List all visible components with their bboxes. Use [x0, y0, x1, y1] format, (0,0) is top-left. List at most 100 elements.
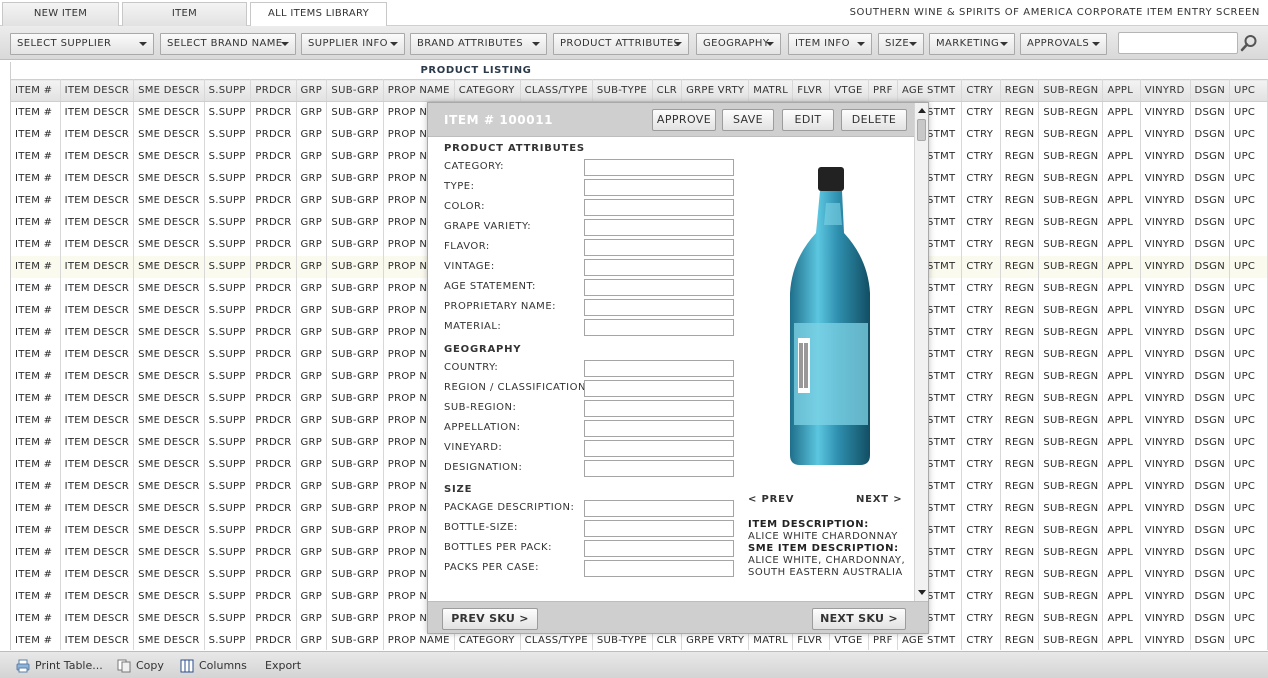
tab-item-classification[interactable]: ITEM CLASSIFICATION — [122, 2, 247, 41]
modal-header: ITEM # 100011 APPROVE SAVE EDIT DELETE — [428, 103, 914, 137]
column-header[interactable]: CTRY — [961, 79, 1001, 102]
table-cell: GRP — [296, 255, 328, 278]
column-header[interactable]: AGE STMT — [897, 79, 963, 102]
caret-down-icon — [281, 42, 289, 46]
item-info-dropdown[interactable]: ITEM INFO — [788, 33, 872, 55]
table-cell: ITEM DESCR — [60, 607, 135, 630]
field-input[interactable] — [584, 319, 734, 336]
field-input[interactable] — [584, 239, 734, 256]
table-cell: ITEM # — [11, 563, 61, 586]
field-input[interactable] — [584, 420, 734, 437]
table-cell: SME DESCR — [133, 189, 205, 212]
table-cell: SUB-REGN — [1038, 211, 1104, 234]
table-cell: SUB-REGN — [1038, 541, 1104, 564]
column-header[interactable]: SUB-REGN — [1038, 79, 1104, 102]
column-header[interactable]: FLVR — [792, 79, 831, 102]
print-table-button[interactable]: Print Table... — [16, 657, 103, 675]
column-header[interactable]: S.SUPP — [204, 79, 252, 102]
column-header[interactable]: VTGE — [829, 79, 870, 102]
item-description-label: ITEM DESCRIPTION: — [748, 519, 869, 530]
table-cell: SUB-REGN — [1038, 343, 1104, 366]
delete-button[interactable]: DELETE — [841, 109, 907, 131]
column-header[interactable]: CLASS/TYPE — [520, 79, 593, 102]
table-cell: SUB-GRP — [326, 211, 384, 234]
table-cell: CTRY — [961, 343, 1001, 366]
field-input[interactable] — [584, 279, 734, 296]
field-input[interactable] — [584, 259, 734, 276]
select-brand-name-dropdown[interactable]: SELECT BRAND NAME — [160, 33, 296, 55]
scroll-up-icon[interactable] — [918, 108, 926, 113]
supplier-info-dropdown[interactable]: SUPPLIER INFO — [301, 33, 405, 55]
table-cell: UPC — [1229, 145, 1268, 168]
copy-button[interactable]: Copy — [117, 657, 164, 675]
field-input[interactable] — [584, 299, 734, 316]
column-header[interactable]: UPC — [1229, 79, 1268, 102]
field-input[interactable] — [584, 179, 734, 196]
select-supplier-dropdown[interactable]: SELECT SUPPLIER — [10, 33, 154, 55]
column-header[interactable]: APPL — [1102, 79, 1141, 102]
column-header[interactable]: ITEM DESCR — [60, 79, 135, 102]
table-cell: REGN — [1000, 519, 1040, 542]
marketing-dropdown[interactable]: MARKETING — [929, 33, 1015, 55]
approvals-dropdown[interactable]: APPROVALS — [1020, 33, 1107, 55]
geography-dropdown[interactable]: GEOGRAPHY — [696, 33, 781, 55]
table-cell: S.SUPP — [204, 343, 252, 366]
field-input[interactable] — [584, 560, 734, 577]
field-input[interactable] — [584, 460, 734, 477]
image-prev-link[interactable]: < PREV — [748, 494, 794, 505]
table-cell: GRP — [296, 519, 328, 542]
column-header[interactable]: ITEM # — [11, 79, 61, 102]
column-header[interactable]: PROP NAME — [383, 79, 455, 102]
table-cell: CTRY — [961, 233, 1001, 256]
column-header[interactable]: PRF — [868, 79, 898, 102]
table-cell: SUB-GRP — [326, 189, 384, 212]
column-header[interactable]: SME DESCR — [133, 79, 205, 102]
column-header[interactable]: GRPE VRTY — [681, 79, 750, 102]
table-cell: SUB-REGN — [1038, 123, 1104, 146]
column-header[interactable]: VINYRD — [1140, 79, 1191, 102]
search-icon[interactable] — [1240, 34, 1258, 52]
field-input[interactable] — [584, 400, 734, 417]
tab-new-item-request[interactable]: NEW ITEM REQUEST — [2, 2, 119, 41]
image-next-link[interactable]: NEXT > — [856, 494, 902, 505]
table-cell: SUB-REGN — [1038, 145, 1104, 168]
size-dropdown[interactable]: SIZE — [878, 33, 924, 55]
field-input[interactable] — [584, 199, 734, 216]
field-input[interactable] — [584, 520, 734, 537]
scroll-down-icon[interactable] — [918, 590, 926, 595]
field-input[interactable] — [584, 159, 734, 176]
table-cell: SUB-GRP — [326, 101, 384, 124]
field-input[interactable] — [584, 540, 734, 557]
column-header[interactable]: CLR — [652, 79, 683, 102]
column-header[interactable]: SUB-GRP — [326, 79, 384, 102]
table-cell: REGN — [1000, 101, 1040, 124]
field-input[interactable] — [584, 360, 734, 377]
brand-attributes-dropdown[interactable]: BRAND ATTRIBUTES — [410, 33, 547, 55]
field-input[interactable] — [584, 380, 734, 397]
column-header[interactable]: REGN — [1000, 79, 1040, 102]
field-input[interactable] — [584, 500, 734, 517]
table-cell: VINYRD — [1140, 255, 1191, 278]
tab-all-items-library[interactable]: ALL ITEMS LIBRARY — [250, 2, 387, 27]
table-cell: GRP — [296, 541, 328, 564]
column-header[interactable]: SUB-TYPE — [592, 79, 653, 102]
save-button[interactable]: SAVE — [722, 109, 774, 131]
columns-button[interactable]: Columns — [180, 657, 247, 675]
column-header[interactable]: GRP — [296, 79, 328, 102]
column-header[interactable]: PRDCR — [250, 79, 297, 102]
search-input[interactable] — [1118, 32, 1238, 54]
column-header[interactable]: CATEGORY — [454, 79, 521, 102]
scroll-thumb[interactable] — [917, 119, 926, 141]
prev-sku-button[interactable]: PREV SKU > — [442, 608, 538, 630]
field-input[interactable] — [584, 219, 734, 236]
approve-button[interactable]: APPROVE — [652, 109, 716, 131]
export-button[interactable]: Export — [265, 657, 301, 675]
column-header[interactable]: DSGN — [1190, 79, 1230, 102]
edit-button[interactable]: EDIT — [782, 109, 834, 131]
next-sku-button[interactable]: NEXT SKU > — [812, 608, 906, 630]
column-header[interactable]: MATRL — [748, 79, 794, 102]
field-input[interactable] — [584, 440, 734, 457]
item-description-value: ALICE WHITE CHARDONNAY — [748, 531, 898, 542]
product-attributes-dropdown[interactable]: PRODUCT ATTRIBUTES — [553, 33, 689, 55]
modal-scrollbar[interactable] — [914, 103, 928, 601]
